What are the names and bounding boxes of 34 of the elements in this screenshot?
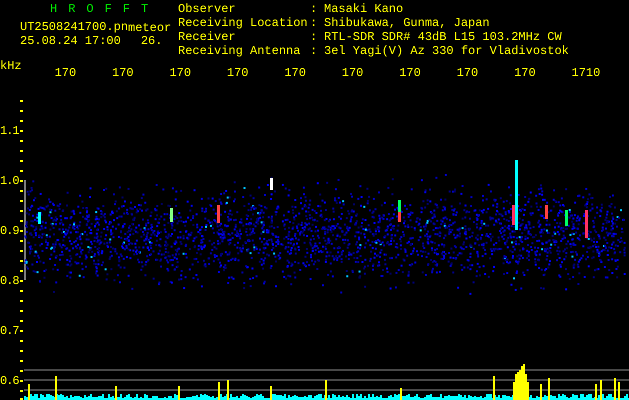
info-value: RTL-SDR SDR# 43dB L15 103.2MHz CW	[324, 32, 563, 45]
app-title: HROFFT	[49, 2, 160, 16]
x-tick-label: 170	[54, 65, 78, 80]
y-tick-label: 1.1	[0, 123, 20, 140]
x-tick-label: 170	[514, 65, 537, 80]
axis-unit: kHz	[0, 60, 23, 75]
info-separator: :	[310, 32, 318, 46]
info-value: 3el Yagi(V) Az 330 for Vladivostok	[324, 46, 569, 60]
info-value: Masaki Kano	[324, 4, 404, 17]
x-tick-label: 170	[399, 65, 422, 80]
x-tick-label: 170	[284, 65, 307, 80]
x-tick-label: 170	[342, 65, 364, 80]
file-name: UT2508241700.pn	[20, 20, 128, 34]
info-separator: :	[310, 46, 318, 60]
info-label: Receiver	[178, 32, 237, 45]
x-tick-label: 170	[112, 65, 135, 80]
y-tick-label: 0.6	[0, 373, 20, 390]
info-separator: :	[310, 4, 318, 18]
x-tick-label: 1710	[572, 65, 602, 80]
x-tick-label: 170	[169, 65, 192, 80]
y-tick-label: 0.7	[0, 323, 20, 340]
info-label: Receiving Antenna	[178, 46, 302, 60]
x-tick-label: 170	[226, 65, 250, 80]
y-tick-label: 0.8	[0, 273, 20, 290]
info-value: Shibukawa, Gunma, Japan	[324, 18, 491, 31]
y-tick-label: 1.0	[0, 173, 20, 190]
info-label: Observer	[178, 4, 237, 17]
y-tick-label: 0.9	[0, 223, 20, 240]
count-label: 26.	[140, 34, 162, 48]
mode-label: meteor	[128, 22, 172, 34]
date-time: 25.08.24 17:00	[20, 34, 121, 48]
info-separator: :	[310, 18, 318, 32]
info-label: Receiving Location	[178, 18, 309, 31]
x-tick-label: 170	[456, 65, 480, 80]
